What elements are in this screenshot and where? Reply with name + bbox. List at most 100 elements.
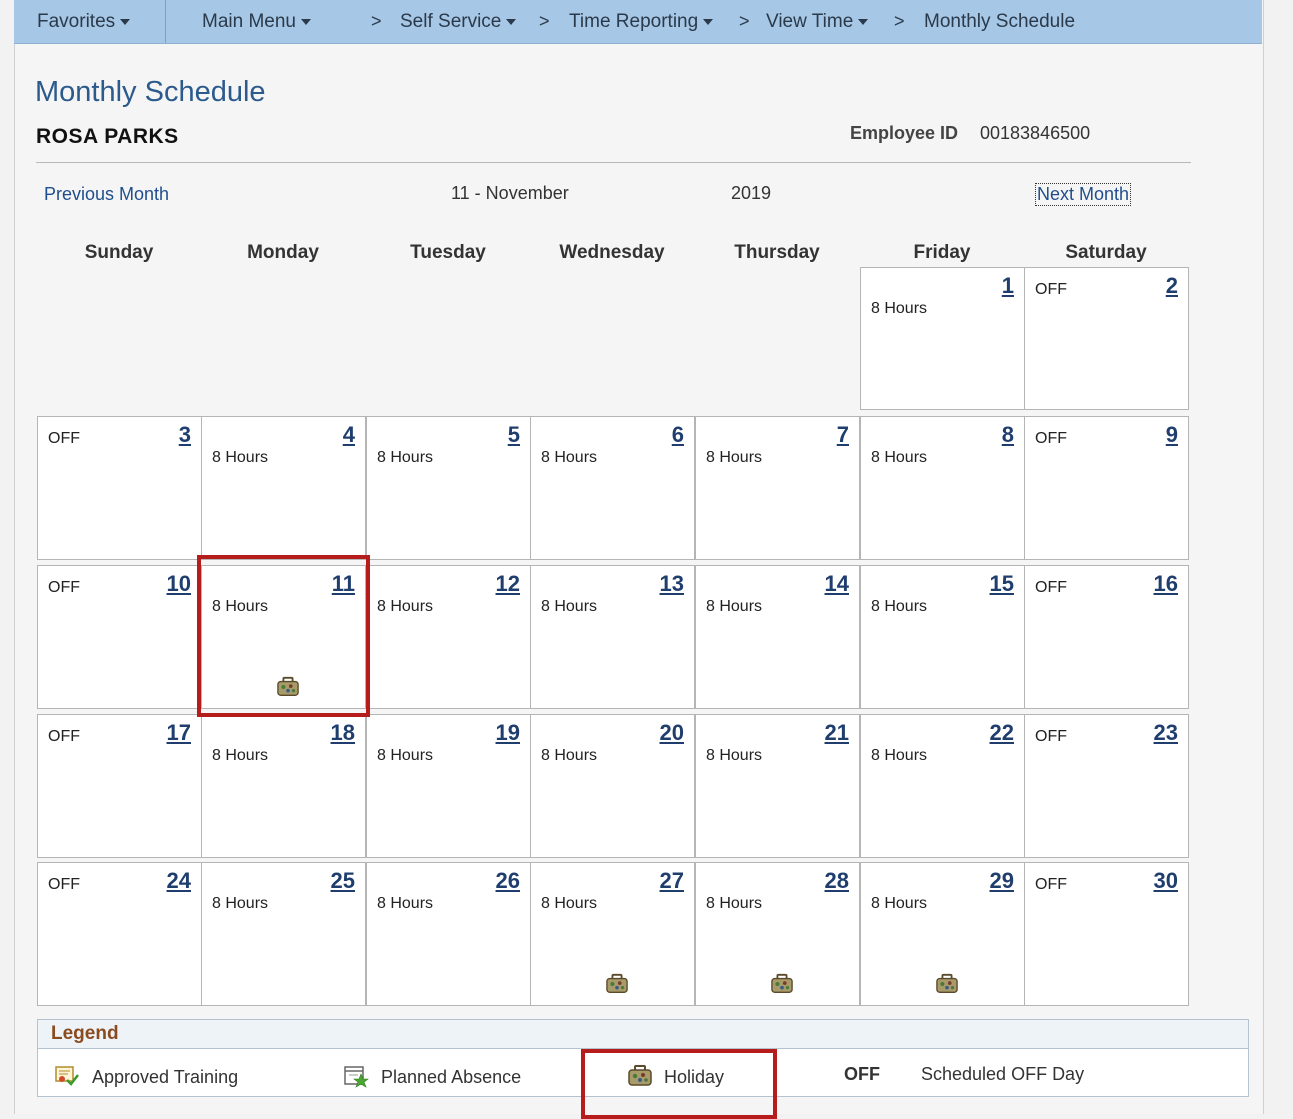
day-number-link[interactable]: 19 [496, 720, 520, 746]
breadcrumb-current: Monthly Schedule [924, 11, 1076, 32]
day-number-link[interactable]: 7 [837, 422, 849, 448]
breadcrumb-time-reporting[interactable]: Time Reporting [569, 11, 714, 33]
weekday-header-saturday: Saturday [1065, 242, 1147, 263]
calendar-day-cell: 16 OFF [1024, 565, 1189, 709]
legend-approved-training: Approved Training [92, 1067, 239, 1087]
calendar-day-cell: 26 8 Hours [366, 862, 531, 1006]
weekday-header-wednesday: Wednesday [559, 242, 665, 263]
day-number-link[interactable]: 28 [825, 868, 849, 894]
calendar-day-cell: 25 8 Hours [201, 862, 366, 1006]
holiday-suitcase-icon [771, 973, 793, 993]
calendar-day-cell: 6 8 Hours [530, 416, 695, 560]
previous-month-link[interactable]: Previous Month [44, 184, 169, 205]
day-number-link[interactable]: 10 [167, 571, 191, 597]
scheduled-hours: 8 Hours [541, 598, 598, 615]
scheduled-hours: 8 Hours [871, 598, 928, 615]
calendar-day-cell: 21 8 Hours [695, 714, 860, 858]
scheduled-hours: 8 Hours [377, 747, 434, 764]
weekday-header-tuesday: Tuesday [410, 242, 486, 263]
scheduled-hours: 8 Hours [541, 449, 598, 466]
scheduled-hours: 8 Hours [377, 598, 434, 615]
day-number-link[interactable]: 23 [1154, 720, 1178, 746]
favorites-menu[interactable]: Favorites [37, 11, 131, 33]
next-month-link[interactable]: Next Month [1035, 183, 1132, 206]
day-number-link[interactable]: 6 [672, 422, 684, 448]
day-number-link[interactable]: 3 [179, 422, 191, 448]
day-number-link[interactable]: 2 [1166, 273, 1178, 299]
day-number-link[interactable]: 29 [990, 868, 1014, 894]
weekday-header-friday: Friday [913, 242, 971, 263]
breadcrumb-separator: > [739, 11, 750, 31]
holiday-suitcase-icon [277, 676, 299, 696]
header-divider [36, 162, 1191, 163]
calendar-day-cell: 9 OFF [1024, 416, 1189, 560]
day-number-link[interactable]: 18 [331, 720, 355, 746]
breadcrumb-self-service[interactable]: Self Service [400, 11, 517, 33]
breadcrumb-view-time[interactable]: View Time [766, 11, 869, 33]
scheduled-hours: 8 Hours [212, 747, 269, 764]
day-number-link[interactable]: 24 [167, 868, 191, 894]
calendar-day-cell: 13 8 Hours [530, 565, 695, 709]
calendar-day-cell: 7 8 Hours [695, 416, 860, 560]
legend-header: Legend [38, 1020, 1248, 1049]
off-day-label: OFF [48, 579, 80, 596]
day-number-link[interactable]: 16 [1154, 571, 1178, 597]
scheduled-hours: 8 Hours [871, 895, 928, 912]
holiday-suitcase-icon [628, 1065, 652, 1086]
month-label: 11 - November [451, 183, 569, 203]
scheduled-hours: 8 Hours [377, 895, 434, 912]
day-number-link[interactable]: 1 [1002, 273, 1014, 299]
scheduled-hours: 8 Hours [871, 747, 928, 764]
calendar-day-cell: 29 8 Hours [860, 862, 1025, 1006]
main-menu[interactable]: Main Menu [202, 11, 311, 33]
holiday-suitcase-icon [936, 973, 958, 993]
day-number-link[interactable]: 21 [825, 720, 849, 746]
chevron-down-icon [120, 18, 131, 25]
planned-absence-icon [344, 1066, 369, 1088]
day-number-link[interactable]: 5 [508, 422, 520, 448]
breadcrumb-separator: > [371, 11, 382, 31]
off-day-label: OFF [1035, 430, 1067, 447]
off-day-label: OFF [1035, 728, 1067, 745]
calendar-day-cell: 28 8 Hours [695, 862, 860, 1006]
scheduled-hours: 8 Hours [871, 300, 928, 317]
day-number-link[interactable]: 30 [1154, 868, 1178, 894]
chevron-down-icon [703, 18, 714, 25]
calendar-day-cell: 2 OFF [1024, 267, 1189, 410]
day-number-link[interactable]: 11 [332, 571, 355, 597]
chevron-down-icon [506, 18, 517, 25]
nav-divider [165, 0, 166, 43]
calendar-day-cell: 5 8 Hours [366, 416, 531, 560]
calendar-day-cell: 20 8 Hours [530, 714, 695, 858]
calendar-day-cell: 8 8 Hours [860, 416, 1025, 560]
day-number-link[interactable]: 26 [496, 868, 520, 894]
calendar-day-cell: 1 8 Hours [860, 267, 1025, 410]
day-number-link[interactable]: 15 [990, 571, 1014, 597]
weekday-header-sunday: Sunday [84, 242, 154, 263]
calendar-day-cell: 14 8 Hours [695, 565, 860, 709]
legend-off-code: OFF [844, 1064, 880, 1084]
calendar-day-cell: 17 OFF [37, 714, 202, 858]
off-day-label: OFF [48, 728, 80, 745]
day-number-link[interactable]: 12 [496, 571, 520, 597]
scheduled-hours: 8 Hours [541, 747, 598, 764]
day-number-link[interactable]: 27 [660, 868, 684, 894]
calendar-day-cell: 19 8 Hours [366, 714, 531, 858]
day-number-link[interactable]: 17 [167, 720, 191, 746]
day-number-link[interactable]: 14 [825, 571, 849, 597]
day-number-link[interactable]: 9 [1166, 422, 1178, 448]
off-day-label: OFF [48, 430, 80, 447]
calendar-day-cell: 10 OFF [37, 565, 202, 709]
calendar-day-cell: 4 8 Hours [201, 416, 366, 560]
page-title: Monthly Schedule [35, 76, 266, 108]
day-number-link[interactable]: 13 [660, 571, 684, 597]
calendar-day-cell: 24 OFF [37, 862, 202, 1006]
day-number-link[interactable]: 8 [1002, 422, 1014, 448]
day-number-link[interactable]: 20 [660, 720, 684, 746]
day-number-link[interactable]: 4 [343, 422, 355, 448]
employee-id-label: Employee ID [850, 123, 959, 143]
day-number-link[interactable]: 22 [990, 720, 1014, 746]
day-number-link[interactable]: 25 [331, 868, 355, 894]
employee-name: ROSA PARKS [36, 125, 179, 148]
scheduled-hours: 8 Hours [706, 895, 763, 912]
